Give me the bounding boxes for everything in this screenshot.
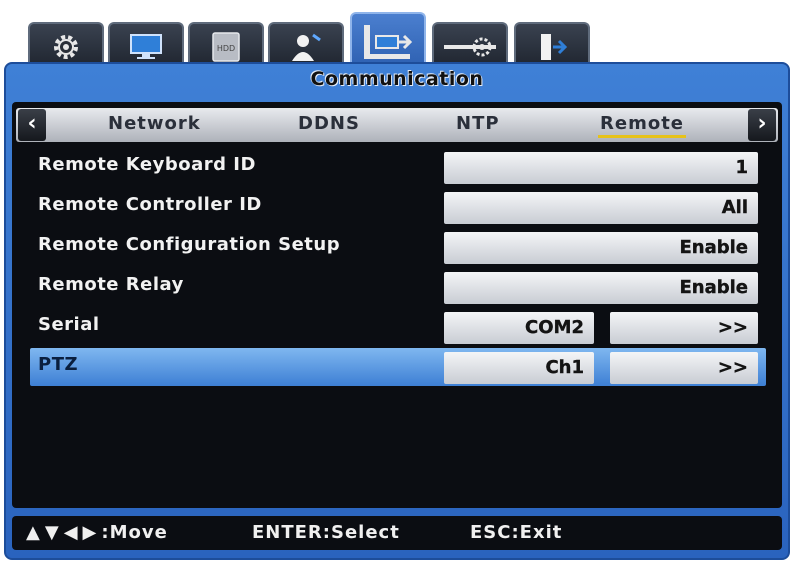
serial-port-field[interactable]: COM2: [444, 312, 594, 344]
tab-remote[interactable]: Remote: [597, 113, 687, 138]
tab-ddns[interactable]: DDNS: [298, 113, 360, 134]
help-move: ▲ ▼ ◀ ▶:Move: [26, 522, 168, 543]
row-remote-keyboard-id: Remote Keyboard ID 1: [12, 148, 782, 186]
prev-tab-button[interactable]: ‹: [18, 109, 46, 141]
subtab-bar: ‹ Network DDNS NTP Remote ›: [16, 108, 778, 142]
ptz-setup-button[interactable]: >>: [610, 352, 758, 384]
settings-slider-icon: [444, 37, 496, 57]
remote-keyboard-id-label: Remote Keyboard ID: [38, 154, 256, 175]
next-tab-button[interactable]: ›: [748, 109, 776, 141]
row-remote-configuration-setup: Remote Configuration Setup Enable: [12, 228, 782, 266]
serial-setup-button[interactable]: >>: [610, 312, 758, 344]
hdd-icon: HDD: [212, 32, 240, 62]
svg-text:HDD: HDD: [217, 44, 235, 53]
exit-door-icon: [541, 34, 568, 60]
row-remote-controller-id: Remote Controller ID All: [12, 188, 782, 226]
remote-controller-id-field[interactable]: All: [444, 192, 758, 224]
menu-icon-tabs: HDD: [28, 12, 608, 70]
help-move-text: :Move: [101, 522, 168, 543]
down-arrow-icon: ▼: [44, 522, 60, 543]
row-remote-relay: Remote Relay Enable: [12, 268, 782, 306]
gear-icon: [54, 35, 78, 59]
right-arrow-icon: ▶: [82, 522, 98, 543]
remote-relay-label: Remote Relay: [38, 274, 184, 295]
remote-controller-id-label: Remote Controller ID: [38, 194, 262, 215]
help-select: ENTER:Select: [252, 522, 400, 543]
monitor-icon: [130, 34, 162, 59]
communication-window: Communication ‹ Network DDNS NTP Remote …: [4, 62, 790, 560]
help-bar: ▲ ▼ ◀ ▶:Move ENTER:Select ESC:Exit: [12, 516, 782, 550]
user-icon: [292, 33, 321, 61]
remote-configuration-setup-label: Remote Configuration Setup: [38, 234, 341, 255]
serial-label: Serial: [38, 314, 100, 335]
network-communication-icon: [364, 25, 413, 59]
help-exit: ESC:Exit: [470, 522, 563, 543]
settings-panel: ‹ Network DDNS NTP Remote › Remote Keybo…: [12, 102, 782, 508]
left-arrow-icon: ◀: [63, 522, 79, 543]
remote-relay-field[interactable]: Enable: [444, 272, 758, 304]
ptz-label: PTZ: [38, 354, 79, 375]
tab-ntp[interactable]: NTP: [456, 113, 500, 134]
remote-keyboard-id-field[interactable]: 1: [444, 152, 758, 184]
window-title: Communication: [310, 68, 484, 90]
row-serial: Serial COM2 >>: [12, 308, 782, 346]
remote-configuration-setup-field[interactable]: Enable: [444, 232, 758, 264]
tab-network[interactable]: Network: [108, 113, 201, 134]
up-arrow-icon: ▲: [26, 522, 41, 543]
row-ptz: PTZ Ch1 >>: [30, 348, 766, 386]
ptz-channel-field[interactable]: Ch1: [444, 352, 594, 384]
